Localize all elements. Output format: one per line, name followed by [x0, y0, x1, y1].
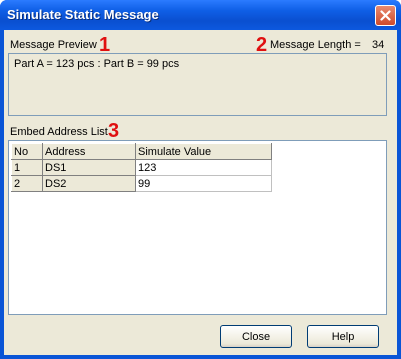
column-header-address[interactable]: Address: [42, 143, 136, 160]
address-table: No Address Simulate Value 1 DS1 123 2 DS…: [11, 143, 272, 192]
dialog-window: Simulate Static Message Message Preview …: [0, 0, 401, 359]
table-header-row: No Address Simulate Value: [11, 143, 272, 160]
embed-address-list-label: Embed Address List: [10, 126, 108, 138]
table-row: 2 DS2 99: [11, 175, 272, 192]
annotation-marker-2: 2: [256, 34, 268, 56]
close-button[interactable]: Close: [220, 325, 292, 348]
row-number: 1: [11, 159, 43, 176]
column-header-simulate-value[interactable]: Simulate Value: [135, 143, 272, 160]
simulate-value-cell[interactable]: 99: [135, 175, 272, 192]
annotation-marker-3: 3: [108, 120, 120, 142]
message-preview-box: Part A = 123 pcs : Part B = 99 pcs: [8, 53, 387, 116]
window-title: Simulate Static Message: [7, 7, 159, 22]
simulate-value-cell[interactable]: 123: [135, 159, 272, 176]
address-cell: DS2: [42, 175, 136, 192]
title-bar[interactable]: Simulate Static Message: [0, 0, 401, 30]
row-number: 2: [11, 175, 43, 192]
help-button[interactable]: Help: [307, 325, 379, 348]
message-length-label: Message Length =: [270, 39, 361, 51]
embed-address-grid[interactable]: No Address Simulate Value 1 DS1 123 2 DS…: [8, 140, 387, 315]
dialog-body: Message Preview 1 2 Message Length = 34 …: [4, 30, 397, 355]
message-length-value: 34: [372, 39, 385, 51]
column-header-no[interactable]: No: [11, 143, 43, 160]
table-row: 1 DS1 123: [11, 159, 272, 176]
address-cell: DS1: [42, 159, 136, 176]
annotation-marker-1: 1: [99, 34, 111, 56]
close-icon[interactable]: [375, 5, 396, 26]
message-preview-text: Part A = 123 pcs : Part B = 99 pcs: [14, 58, 180, 70]
message-preview-label: Message Preview: [10, 39, 97, 51]
